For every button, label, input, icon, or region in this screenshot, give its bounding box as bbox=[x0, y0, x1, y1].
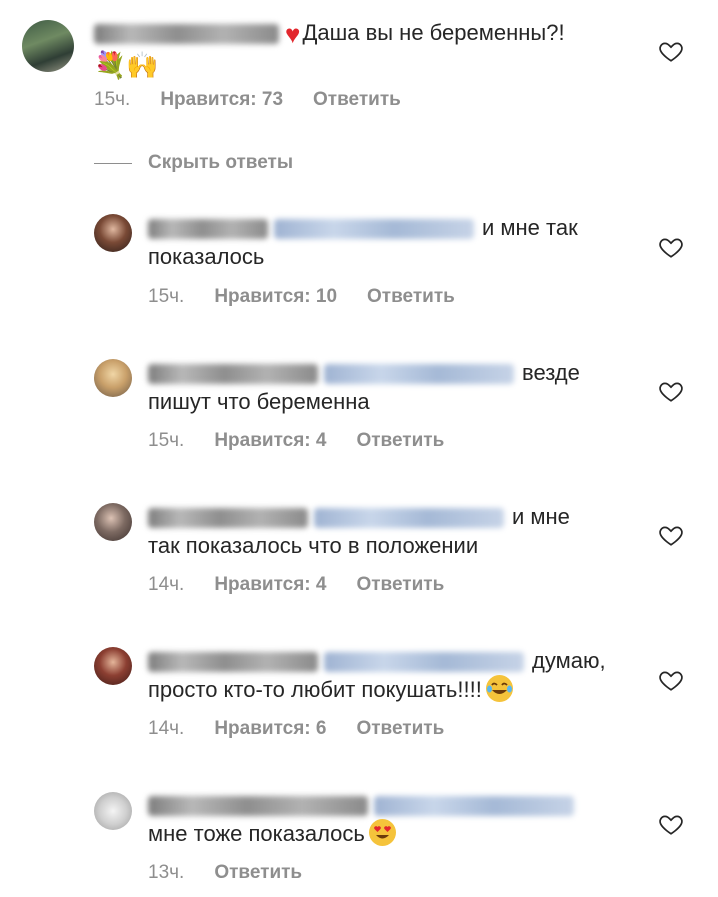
reply-button[interactable]: Ответить bbox=[356, 574, 444, 596]
avatar[interactable] bbox=[22, 20, 74, 72]
comment-meta: 15ч. Нравится: 73 Ответить bbox=[94, 89, 401, 111]
heart-outline-icon[interactable] bbox=[658, 667, 684, 693]
mention-blurred[interactable] bbox=[374, 796, 574, 817]
likes-count[interactable]: Нравится: 6 bbox=[214, 718, 326, 740]
comment-line2: показалось bbox=[148, 244, 265, 269]
comment-meta: 14ч. Нравится: 6 Ответить bbox=[148, 718, 444, 740]
username-blurred[interactable] bbox=[148, 219, 268, 240]
mention-blurred[interactable] bbox=[274, 219, 474, 240]
avatar[interactable] bbox=[94, 214, 132, 252]
comment-meta: 15ч. Нравится: 4 Ответить bbox=[148, 430, 444, 452]
username-blurred[interactable] bbox=[148, 796, 368, 817]
username-blurred[interactable] bbox=[148, 508, 308, 529]
comment-line2: пишут что беременна bbox=[148, 389, 370, 414]
comment-meta: 13ч. Ответить bbox=[148, 862, 302, 884]
reply-button[interactable]: Ответить bbox=[367, 286, 455, 308]
comment-line1: везде bbox=[522, 360, 580, 385]
comment-line1: и мне bbox=[512, 504, 570, 529]
emoji-line: 💐🙌 bbox=[94, 50, 159, 80]
comment-time: 15ч. bbox=[94, 89, 131, 110]
likes-count[interactable]: Нравится: 4 bbox=[214, 574, 326, 596]
heart-outline-icon[interactable] bbox=[658, 38, 684, 64]
heart-outline-icon[interactable] bbox=[658, 811, 684, 837]
likes-count[interactable]: Нравится: 4 bbox=[214, 430, 326, 452]
heart-outline-icon[interactable] bbox=[658, 378, 684, 404]
likes-count[interactable]: Нравится: 73 bbox=[160, 89, 283, 111]
reply-button[interactable]: Ответить bbox=[313, 89, 401, 111]
heart-outline-icon[interactable] bbox=[658, 522, 684, 548]
comment-time: 14ч. bbox=[148, 718, 185, 739]
heart-eyes-emoji bbox=[368, 819, 396, 846]
tears-of-joy-emoji bbox=[485, 675, 513, 702]
reply-button[interactable]: Ответить bbox=[214, 862, 302, 884]
mention-blurred[interactable] bbox=[324, 652, 524, 673]
comment-line1: и мне так bbox=[482, 215, 578, 240]
hide-replies-label: Скрыть ответы bbox=[148, 152, 294, 173]
comment-text: думаю, просто кто-то любит покушать!!!! bbox=[148, 646, 618, 704]
comment-time: 14ч. bbox=[148, 574, 185, 595]
comment-text: и мне так показалось bbox=[148, 213, 618, 271]
comment-meta: 15ч. Нравится: 10 Ответить bbox=[148, 286, 455, 308]
divider-line bbox=[94, 162, 132, 164]
comment-line2: просто кто-то любит покушать!!!! bbox=[148, 677, 482, 702]
comment-time: 13ч. bbox=[148, 862, 185, 883]
avatar[interactable] bbox=[94, 647, 132, 685]
comment-line2: так показалось что в положении bbox=[148, 533, 479, 558]
comment-body: Даша вы не беременны?! bbox=[302, 20, 565, 45]
comment-text: везде пишут что беременна bbox=[148, 358, 618, 416]
comment-text: мне тоже показалось bbox=[148, 790, 618, 848]
comment-text: и мне так показалось что в положении bbox=[148, 502, 618, 560]
comment-text: ♥Даша вы не беременны?! 💐🙌 bbox=[94, 18, 654, 80]
avatar[interactable] bbox=[94, 503, 132, 541]
heart-outline-icon[interactable] bbox=[658, 234, 684, 260]
comment-time: 15ч. bbox=[148, 430, 185, 451]
red-heart-icon: ♥ bbox=[285, 19, 301, 49]
avatar[interactable] bbox=[94, 359, 132, 397]
likes-count[interactable]: Нравится: 10 bbox=[214, 286, 337, 308]
comment-time: 15ч. bbox=[148, 286, 185, 307]
reply-button[interactable]: Ответить bbox=[356, 718, 444, 740]
avatar[interactable] bbox=[94, 792, 132, 830]
username-blurred[interactable] bbox=[148, 652, 318, 673]
username-blurred[interactable] bbox=[148, 364, 318, 385]
reply-button[interactable]: Ответить bbox=[356, 430, 444, 452]
mention-blurred[interactable] bbox=[314, 508, 504, 529]
username-blurred[interactable] bbox=[94, 24, 279, 45]
hide-replies-toggle[interactable]: Скрыть ответы bbox=[94, 152, 293, 174]
comment-line2: мне тоже показалось bbox=[148, 821, 365, 846]
mention-blurred[interactable] bbox=[324, 364, 514, 385]
comment-meta: 14ч. Нравится: 4 Ответить bbox=[148, 574, 444, 596]
comment-line1: думаю, bbox=[532, 648, 606, 673]
